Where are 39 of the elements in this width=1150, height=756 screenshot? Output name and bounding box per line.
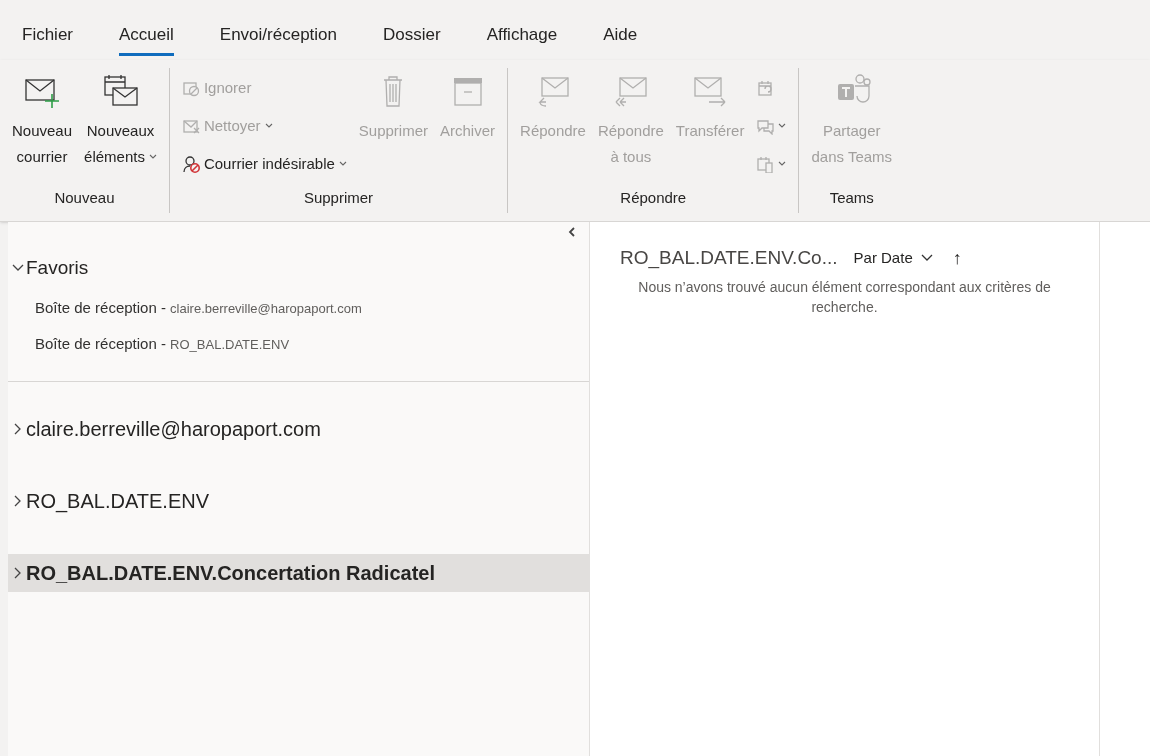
meeting-icon (756, 79, 775, 97)
folder-item[interactable]: Boîte de réception - claire.berreville@haropaport.com (8, 296, 589, 319)
chat-icon (756, 117, 775, 135)
ribbon-button[interactable]: Nouveaux éléments (80, 68, 161, 187)
empty-message: Nous n’avons trouvé aucun élément correspondant aux critères de recherche. (637, 277, 1052, 317)
folder-item[interactable]: Boîte de réception - RO_BAL.DATE.ENV (8, 333, 589, 356)
sort-direction-button[interactable]: ↑ (952, 244, 962, 272)
ribbon-button[interactable]: Nouveau courrier (8, 68, 77, 187)
chevron-down-icon (920, 254, 933, 263)
account-name: RO_BAL.DATE.ENV (26, 488, 210, 515)
menu-tab[interactable]: Accueil (119, 21, 174, 56)
collapse-icon[interactable] (567, 226, 577, 238)
caret-icon (778, 123, 787, 129)
group-label: Répondre (620, 187, 687, 208)
caret-icon (338, 161, 347, 167)
sort-dropdown[interactable]: Par Date (853, 247, 933, 270)
account-name: RO_BAL.DATE.ENV.Concertation Radicatel (26, 560, 435, 586)
menu-tab[interactable]: Aide (603, 21, 638, 56)
clean-icon (181, 117, 200, 135)
menu-tab[interactable]: Fichier (22, 21, 73, 56)
caret-icon (148, 154, 157, 160)
mobile-icon (756, 155, 775, 173)
account-row[interactable]: RO_BAL.DATE.ENV.Concertation Radicatel (8, 553, 589, 592)
group-label: Nouveau (54, 187, 115, 208)
group-label: Teams (829, 187, 874, 208)
folder-title: RO_BAL.DATE.ENV.Co... (620, 246, 838, 271)
account-row[interactable]: RO_BAL.DATE.ENV (8, 481, 589, 520)
account-name: claire.berreville@haropaport.com (26, 416, 321, 442)
ribbon-button[interactable]: Courrier indésirable (181, 148, 347, 180)
junk-icon (181, 155, 200, 173)
menu-tab[interactable]: Affichage (486, 21, 558, 56)
group-label: Supprimer (303, 187, 374, 208)
caret-icon (778, 161, 787, 167)
account-row[interactable]: claire.berreville@haropaport.com (8, 409, 589, 448)
caret-icon (264, 123, 273, 129)
menu-tab[interactable]: Dossier (383, 21, 441, 56)
menu-tab[interactable]: Envoi/réception (219, 21, 337, 56)
favorites-heading[interactable]: Favoris (26, 254, 89, 283)
ignore-icon (181, 79, 200, 97)
